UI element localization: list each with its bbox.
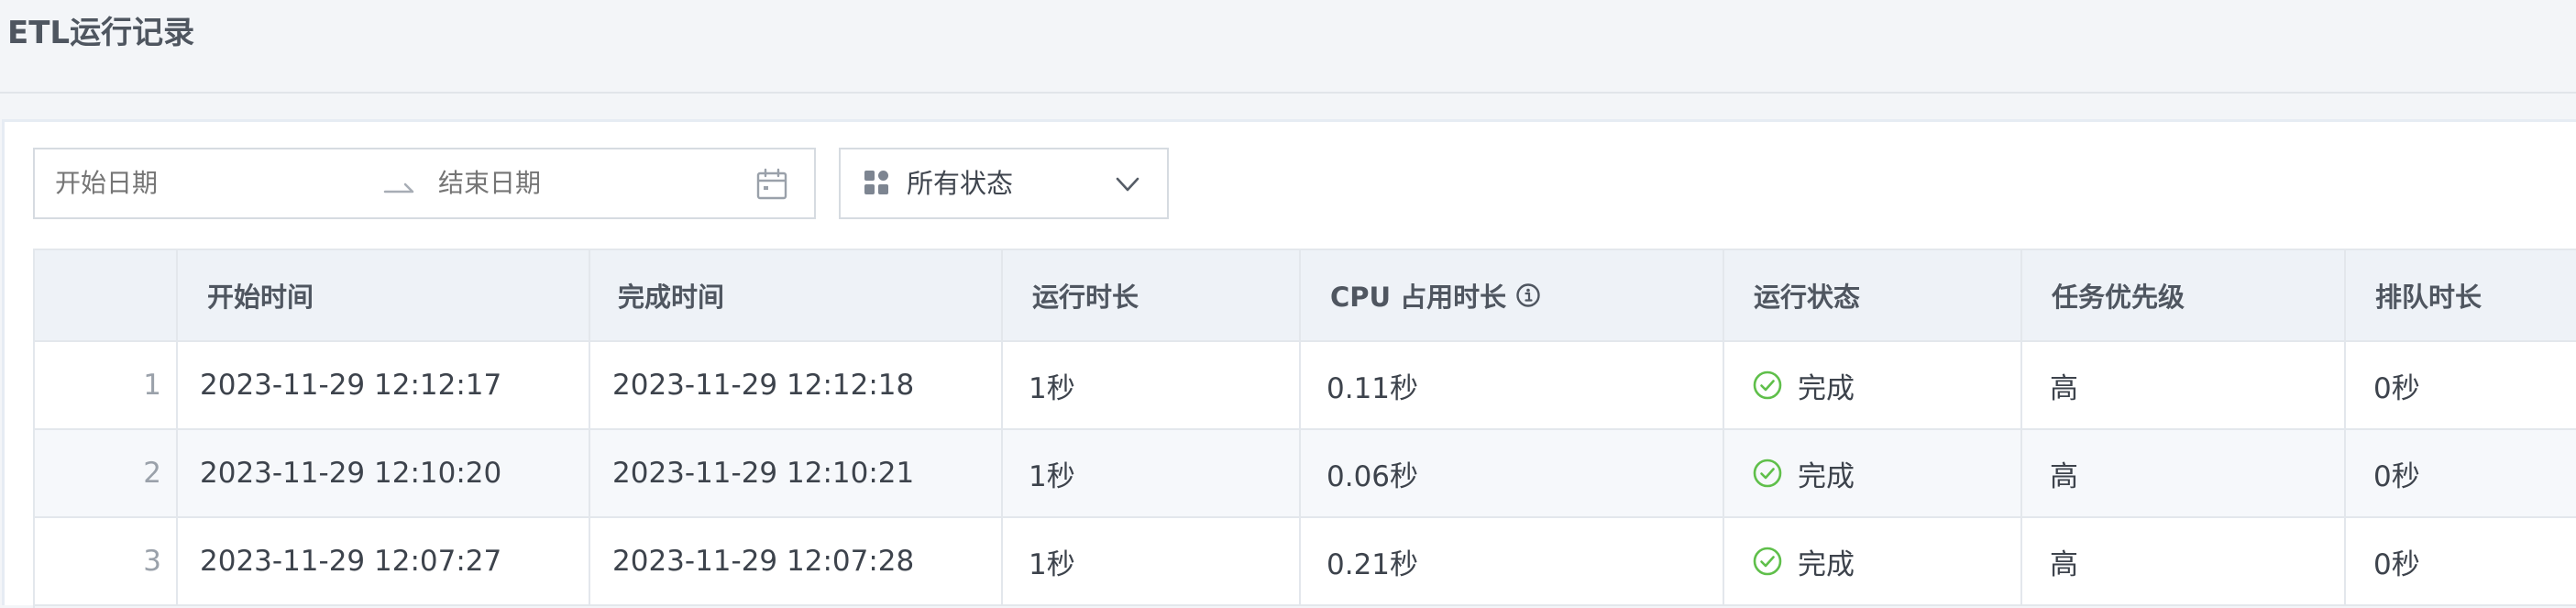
content-panel: 所有状态 开始时间 完成时间 运行时长 CPU 占用时长 运行状态 任务优先级 … bbox=[2, 119, 2576, 608]
end-date-input[interactable] bbox=[438, 149, 741, 217]
info-icon[interactable] bbox=[1515, 282, 1541, 308]
end-time-cell: 2023-11-29 12:07:28 bbox=[590, 518, 1003, 604]
start-time-cell: 2023-11-29 12:12:17 bbox=[178, 342, 590, 428]
table-header-row: 开始时间 完成时间 运行时长 CPU 占用时长 运行状态 任务优先级 排队时长 bbox=[35, 250, 2576, 342]
status-text: 完成 bbox=[1798, 371, 1855, 405]
header-queue-time[interactable]: 排队时长 bbox=[2346, 250, 2576, 340]
priority-cell: 高 bbox=[2022, 430, 2346, 516]
status-text: 完成 bbox=[1798, 459, 1855, 493]
duration-cell: 1秒 bbox=[1003, 518, 1301, 604]
table-row[interactable]: 3 2023-11-29 12:07:27 2023-11-29 12:07:2… bbox=[35, 518, 2576, 606]
start-date-input[interactable] bbox=[55, 149, 358, 217]
table-row[interactable]: 2 2023-11-29 12:10:20 2023-11-29 12:10:2… bbox=[35, 430, 2576, 518]
header-duration[interactable]: 运行时长 bbox=[1003, 250, 1301, 340]
row-index: 2 bbox=[35, 430, 178, 516]
header-index bbox=[35, 250, 178, 340]
start-time-cell: 2023-11-29 12:07:27 bbox=[178, 518, 590, 604]
cpu-time-cell: 0.06秒 bbox=[1301, 430, 1724, 516]
header-priority[interactable]: 任务优先级 bbox=[2022, 250, 2346, 340]
queue-time-cell: 0秒 bbox=[2373, 459, 2420, 493]
status-filter-select[interactable]: 所有状态 bbox=[839, 148, 1169, 219]
table-row[interactable]: 1 2023-11-29 12:12:17 2023-11-29 12:12:1… bbox=[35, 342, 2576, 430]
date-range-picker[interactable] bbox=[33, 148, 816, 219]
header-status[interactable]: 运行状态 bbox=[1724, 250, 2022, 340]
end-time-cell: 2023-11-29 12:12:18 bbox=[590, 342, 1003, 428]
status-cell: 完成 bbox=[1724, 430, 2022, 516]
header-cpu-time-label: CPU 占用时长 bbox=[1330, 282, 1507, 313]
check-circle-icon bbox=[1753, 547, 1782, 576]
cpu-time-cell: 0.21秒 bbox=[1301, 518, 1724, 604]
start-time-cell: 2023-11-29 12:10:20 bbox=[178, 430, 590, 516]
page-header: ETL运行记录 bbox=[0, 0, 2576, 94]
chevron-down-icon bbox=[1116, 177, 1139, 192]
row-index: 1 bbox=[35, 342, 178, 428]
queue-time-cell: 0秒 bbox=[2373, 547, 2420, 581]
calendar-icon[interactable] bbox=[755, 168, 788, 201]
header-end-time[interactable]: 完成时间 bbox=[590, 250, 1003, 340]
arrow-right-icon bbox=[383, 182, 414, 193]
priority-cell: 高 bbox=[2022, 518, 2346, 604]
end-time-cell: 2023-11-29 12:10:21 bbox=[590, 430, 1003, 516]
check-circle-icon bbox=[1753, 370, 1782, 400]
duration-cell: 1秒 bbox=[1003, 342, 1301, 428]
etl-run-table: 开始时间 完成时间 运行时长 CPU 占用时长 运行状态 任务优先级 排队时长 … bbox=[33, 249, 2576, 608]
header-cpu-time[interactable]: CPU 占用时长 bbox=[1301, 250, 1724, 340]
priority-cell: 高 bbox=[2022, 342, 2346, 428]
cpu-time-cell: 0.11秒 bbox=[1301, 342, 1724, 428]
status-cell: 完成 bbox=[1724, 342, 2022, 428]
duration-cell: 1秒 bbox=[1003, 430, 1301, 516]
check-circle-icon bbox=[1753, 459, 1782, 488]
status-cell: 完成 bbox=[1724, 518, 2022, 604]
status-filter-label: 所有状态 bbox=[907, 168, 1014, 199]
queue-time-cell: 0秒 bbox=[2373, 371, 2420, 405]
status-text: 完成 bbox=[1798, 547, 1855, 581]
row-index: 3 bbox=[35, 518, 178, 604]
apps-icon bbox=[864, 171, 888, 194]
page-title: ETL运行记录 bbox=[7, 15, 195, 51]
header-start-time[interactable]: 开始时间 bbox=[178, 250, 590, 340]
